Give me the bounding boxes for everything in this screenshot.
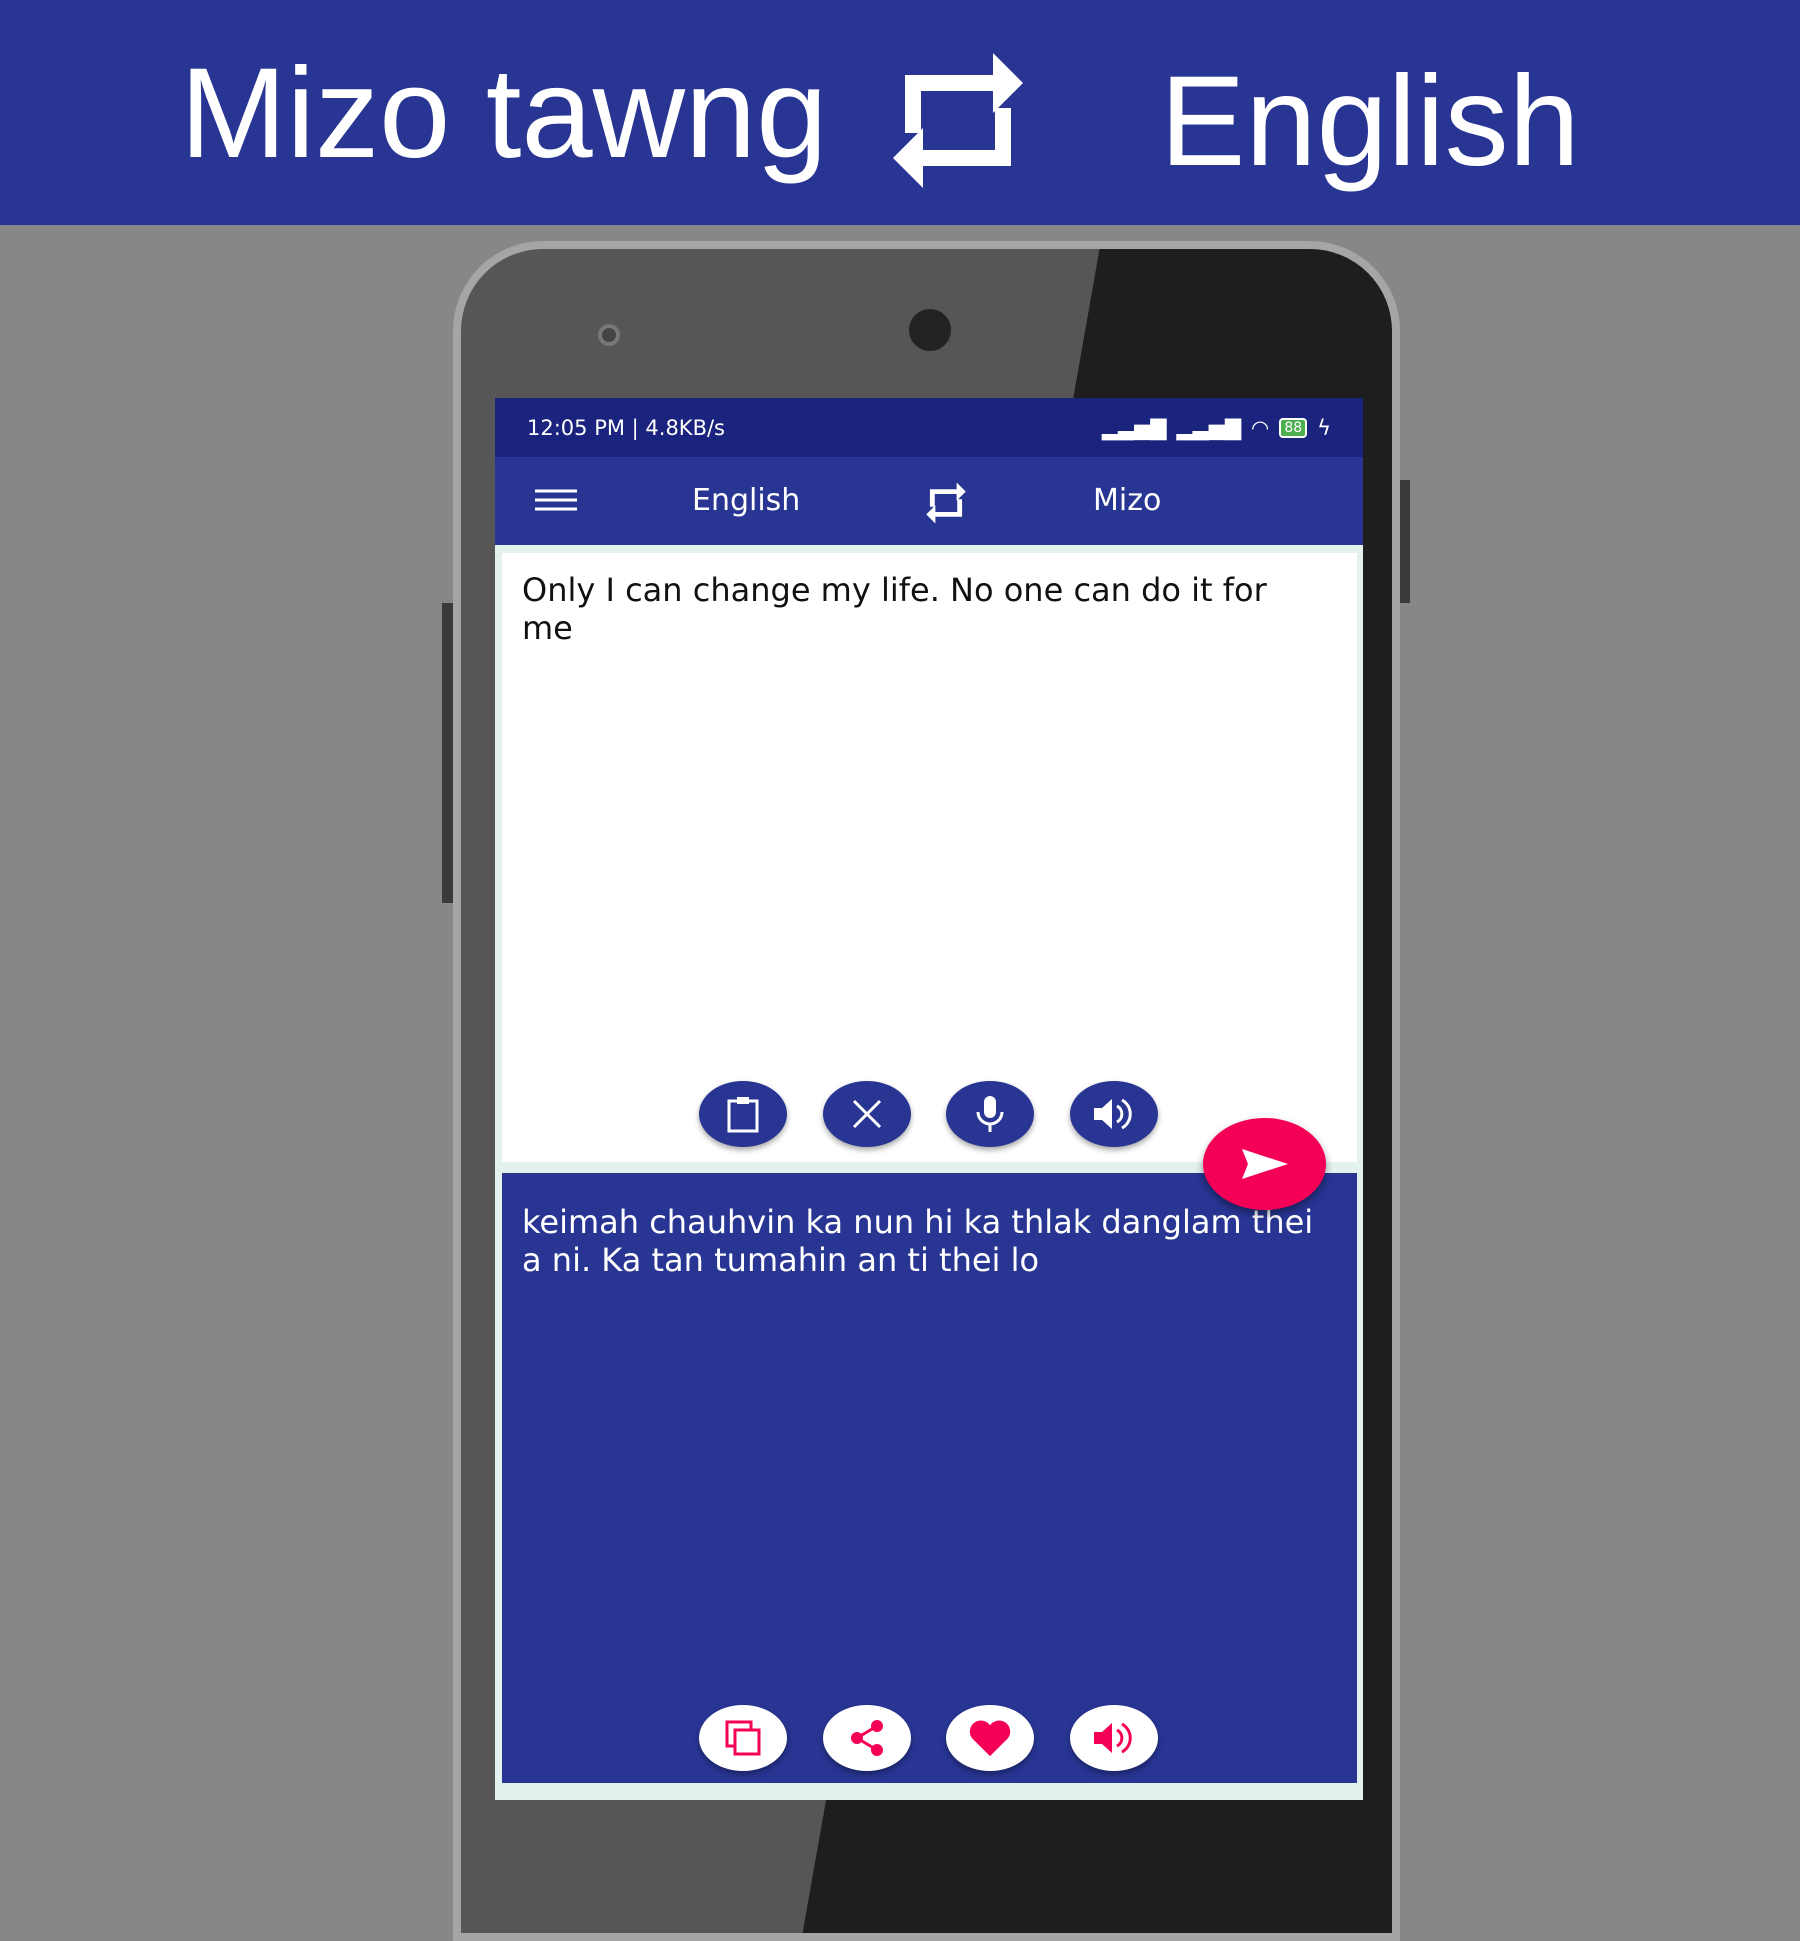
favorite-button[interactable] xyxy=(946,1705,1034,1771)
speak-output-button[interactable] xyxy=(1070,1705,1158,1771)
status-bar: 12:05 PM | 4.8KB/s ▂▃▅▇ ▂▃▅▇ ◠ 88 ϟ xyxy=(495,398,1363,457)
front-camera xyxy=(905,305,955,355)
hamburger-icon[interactable] xyxy=(535,489,577,511)
output-card: keimah chauhvin ka nun hi ka thlak dangl… xyxy=(502,1173,1357,1783)
status-icons: ▂▃▅▇ ▂▃▅▇ ◠ 88 ϟ xyxy=(1102,416,1331,440)
status-time-speed: 12:05 PM | 4.8KB/s xyxy=(527,415,725,440)
battery-icon: 88 xyxy=(1279,417,1308,438)
microphone-button[interactable] xyxy=(946,1081,1034,1147)
close-icon xyxy=(852,1099,882,1129)
speaker-icon xyxy=(1094,1098,1132,1130)
speaker-icon xyxy=(1094,1722,1132,1754)
app-bar: English Mizo xyxy=(495,457,1363,545)
share-button[interactable] xyxy=(823,1705,911,1771)
source-language-button[interactable]: English xyxy=(692,483,800,518)
swap-languages-button[interactable] xyxy=(920,481,972,525)
translation-text: keimah chauhvin ka nun hi ka thlak dangl… xyxy=(522,1203,1314,1279)
wifi-icon: ◠ xyxy=(1250,415,1270,440)
speak-input-button[interactable] xyxy=(1070,1081,1158,1147)
microphone-icon xyxy=(976,1096,1004,1132)
swap-arrows-icon xyxy=(893,53,1023,188)
paste-button[interactable] xyxy=(699,1081,787,1147)
signal-icon: ▂▃▅▇ xyxy=(1176,415,1241,440)
signal-icon: ▂▃▅▇ xyxy=(1101,415,1167,440)
banner-target-language: English xyxy=(1160,50,1580,193)
phone-screen: 12:05 PM | 4.8KB/s ▂▃▅▇ ▂▃▅▇ ◠ 88 ϟ Engl… xyxy=(495,398,1363,1800)
copy-button[interactable] xyxy=(699,1705,787,1771)
phone-side-button xyxy=(1400,480,1410,603)
translate-button[interactable] xyxy=(1203,1118,1326,1210)
input-card: Only I can change my life. No one can do… xyxy=(502,553,1357,1162)
banner-source-language: Mizo tawng xyxy=(180,42,828,185)
charging-icon: ϟ xyxy=(1317,415,1331,440)
target-language-button[interactable]: Mizo xyxy=(1093,483,1161,518)
promo-banner: Mizo tawng English xyxy=(0,0,1800,225)
share-icon xyxy=(851,1720,883,1756)
heart-icon xyxy=(969,1720,1011,1757)
send-icon xyxy=(1241,1149,1288,1179)
copy-icon xyxy=(725,1720,761,1756)
clear-button[interactable] xyxy=(823,1081,911,1147)
sensor xyxy=(598,324,620,346)
clipboard-icon xyxy=(727,1097,759,1133)
input-text-field[interactable]: Only I can change my life. No one can do… xyxy=(522,571,1327,647)
